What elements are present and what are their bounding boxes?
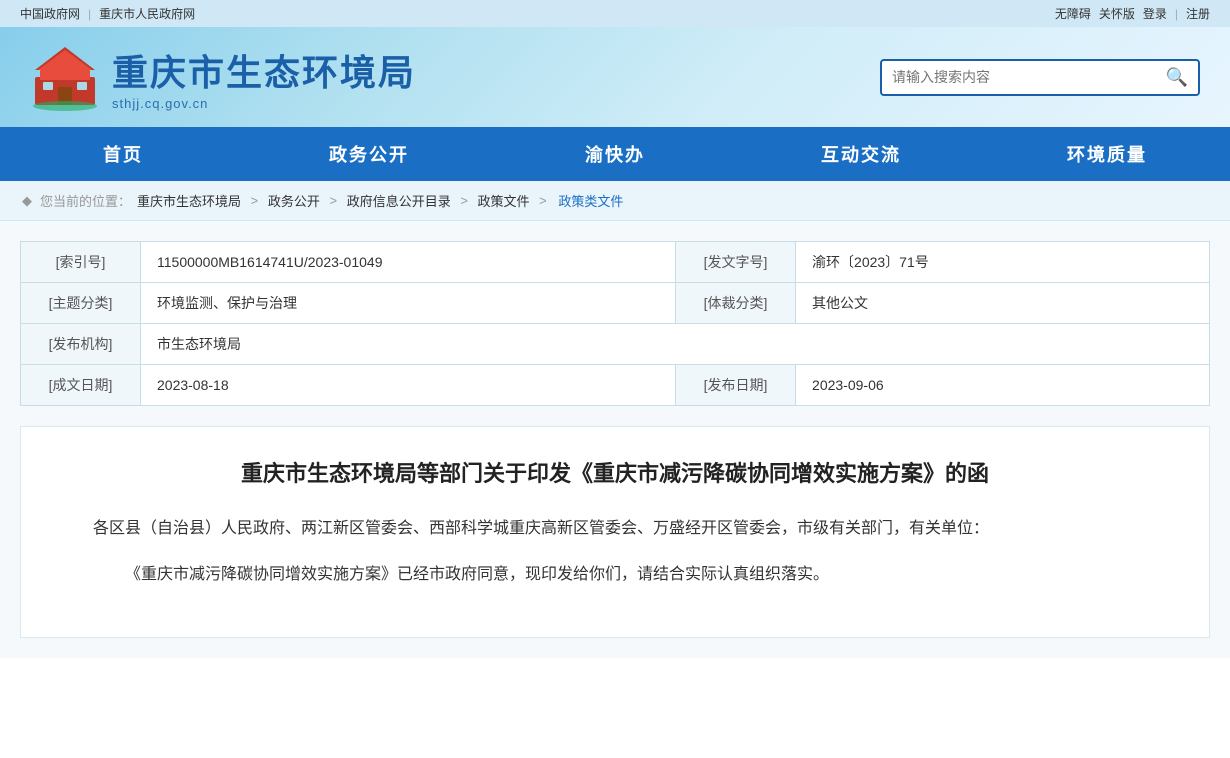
breadcrumb-current: 政策类文件: [558, 191, 623, 210]
article-title: 重庆市生态环境局等部门关于印发《重庆市减污降碳协同增效实施方案》的函: [61, 457, 1169, 490]
top-bar-left: 中国政府网 | 重庆市人民政府网: [20, 5, 195, 22]
link-guanhuai[interactable]: 关怀版: [1099, 5, 1135, 22]
separator-2: |: [1175, 7, 1178, 21]
breadcrumb-icon: ◆: [22, 193, 32, 209]
logo-icon: [30, 42, 100, 112]
nav-item-huanjing[interactable]: 环境质量: [984, 127, 1230, 181]
label-ticai: [体裁分类]: [676, 283, 796, 324]
article: 重庆市生态环境局等部门关于印发《重庆市减污降碳协同增效实施方案》的函 各区县（自…: [20, 426, 1210, 638]
logo-text: 重庆市生态环境局 sthjj.cq.gov.cn: [112, 44, 416, 111]
table-row: [成文日期] 2023-08-18 [发布日期] 2023-09-06: [21, 365, 1210, 406]
breadcrumb-sep-2: >: [457, 193, 472, 208]
breadcrumb-sep-1: >: [326, 193, 341, 208]
top-bar-right: 无障碍 关怀版 登录 | 注册: [1055, 5, 1210, 22]
link-wuzhangai[interactable]: 无障碍: [1055, 5, 1091, 22]
breadcrumb-sep-3: >: [536, 193, 551, 208]
main-nav: 首页 政务公开 渝快办 互动交流 环境质量: [0, 127, 1230, 181]
value-fawenzihao: 渝环〔2023〕71号: [796, 242, 1210, 283]
link-zhongguo-gov[interactable]: 中国政府网: [20, 5, 80, 22]
header: 重庆市生态环境局 sthjj.cq.gov.cn 🔍: [0, 27, 1230, 127]
logo-area: 重庆市生态环境局 sthjj.cq.gov.cn: [30, 42, 416, 112]
top-bar: 中国政府网 | 重庆市人民政府网 无障碍 关怀版 登录 | 注册: [0, 0, 1230, 27]
logo-title: 重庆市生态环境局: [112, 44, 416, 96]
breadcrumb-item-2[interactable]: 政府信息公开目录: [347, 191, 451, 210]
label-chengwen: [成文日期]: [21, 365, 141, 406]
value-ticai: 其他公文: [796, 283, 1210, 324]
breadcrumb-item-1[interactable]: 政务公开: [268, 191, 320, 210]
breadcrumb-item-3[interactable]: 政策文件: [478, 191, 530, 210]
label-suoyinhao: [索引号]: [21, 242, 141, 283]
nav-item-yukuaiban[interactable]: 渝快办: [492, 127, 738, 181]
label-faburiqi: [发布日期]: [676, 365, 796, 406]
link-chongqing-gov[interactable]: 重庆市人民政府网: [99, 5, 195, 22]
logo-subtitle: sthjj.cq.gov.cn: [112, 96, 416, 111]
search-box: 🔍: [880, 59, 1200, 96]
search-icon: 🔍: [1166, 67, 1188, 87]
search-input[interactable]: [892, 69, 1166, 85]
value-fabu: 市生态环境局: [141, 324, 1210, 365]
article-paragraph-1: 《重庆市减污降碳协同增效实施方案》已经市政府同意，现印发给你们，请结合实际认真组…: [61, 560, 1169, 590]
link-login[interactable]: 登录: [1143, 5, 1167, 22]
table-row: [主题分类] 环境监测、保护与治理 [体裁分类] 其他公文: [21, 283, 1210, 324]
label-fabu: [发布机构]: [21, 324, 141, 365]
value-zhuti: 环境监测、保护与治理: [141, 283, 676, 324]
breadcrumb-sep-0: >: [247, 193, 262, 208]
separator-1: |: [88, 7, 91, 21]
breadcrumb: ◆ 您当前的位置： 重庆市生态环境局 > 政务公开 > 政府信息公开目录 > 政…: [0, 181, 1230, 221]
nav-item-zhengwu[interactable]: 政务公开: [246, 127, 492, 181]
value-chengwen: 2023-08-18: [141, 365, 676, 406]
table-row: [发布机构] 市生态环境局: [21, 324, 1210, 365]
table-row: [索引号] 11500000MB1614741U/2023-01049 [发文字…: [21, 242, 1210, 283]
main-content: [索引号] 11500000MB1614741U/2023-01049 [发文字…: [0, 221, 1230, 658]
search-button[interactable]: 🔍: [1166, 67, 1188, 88]
article-paragraph-0: 各区县（自治县）人民政府、两江新区管委会、西部科学城重庆高新区管委会、万盛经开区…: [61, 514, 1169, 544]
link-register[interactable]: 注册: [1186, 5, 1210, 22]
label-zhuti: [主题分类]: [21, 283, 141, 324]
value-suoyinhao: 11500000MB1614741U/2023-01049: [141, 242, 676, 283]
breadcrumb-prefix: 您当前的位置：: [40, 191, 131, 210]
value-faburiqi: 2023-09-06: [796, 365, 1210, 406]
article-body: 各区县（自治县）人民政府、两江新区管委会、西部科学城重庆高新区管委会、万盛经开区…: [61, 514, 1169, 591]
breadcrumb-item-0[interactable]: 重庆市生态环境局: [137, 191, 241, 210]
label-fawenzihao: [发文字号]: [676, 242, 796, 283]
nav-item-home[interactable]: 首页: [0, 127, 246, 181]
info-table: [索引号] 11500000MB1614741U/2023-01049 [发文字…: [20, 241, 1210, 406]
nav-item-hudong[interactable]: 互动交流: [738, 127, 984, 181]
